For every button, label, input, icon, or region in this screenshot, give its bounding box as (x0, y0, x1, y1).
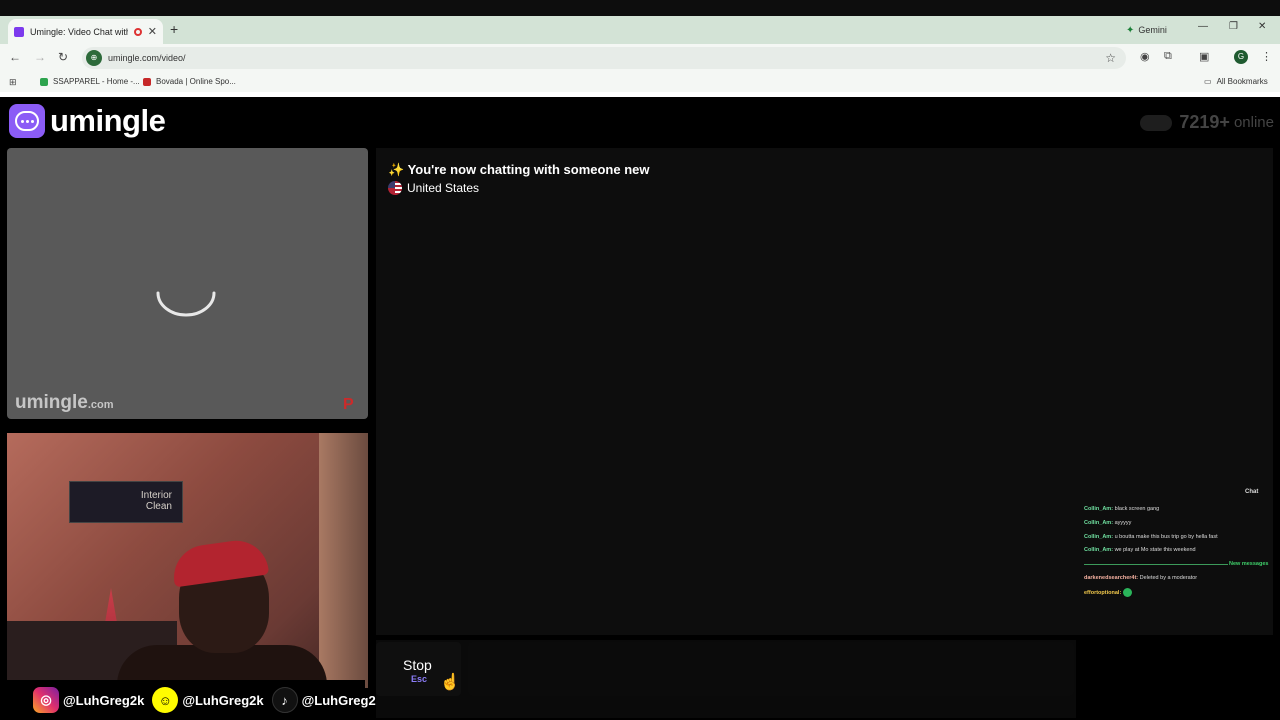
window-close-icon[interactable]: ✕ (1258, 21, 1266, 32)
new-messages-divider (1084, 564, 1228, 565)
social-handles-bar: ◎ @LuhGreg2k ☺ @LuhGreg2k ♪ @LuhGreg2k (0, 680, 383, 720)
bookmark-star-icon[interactable]: ☆ (1105, 51, 1116, 65)
gemini-label: Gemini (1138, 25, 1167, 35)
webcam-doorframe (319, 433, 368, 688)
watermark-text: umingle (15, 392, 88, 413)
video-watermark: umingle.com (15, 392, 114, 414)
apps-grid-icon[interactable]: ⊞ (9, 77, 17, 88)
all-bookmarks-label: All Bookmarks (1216, 77, 1268, 86)
online-count: 7219+ (1179, 112, 1230, 132)
emote-icon (1123, 588, 1133, 597)
social-handle-text: @LuhGreg2k (182, 692, 264, 708)
umingle-favicon-icon (14, 26, 24, 37)
stop-shortcut-label: Esc (411, 674, 428, 684)
instagram-handle: ◎ @LuhGreg2k (33, 687, 144, 713)
bookmark-ssapparel[interactable]: SSAPPAREL - Home -... (40, 77, 140, 86)
tab-strip: Umingle: Video Chat with S ✕ + ✦ Gemini … (0, 16, 1280, 44)
address-bar[interactable]: ⊕ umingle.com/video/ ☆ (82, 47, 1126, 69)
country-name: United States (407, 181, 480, 195)
gemini-icon: ✦ (1126, 24, 1135, 36)
browser-tab[interactable]: Umingle: Video Chat with S ✕ (8, 19, 163, 44)
menu-icon[interactable]: ⋮ (1261, 50, 1272, 63)
poster-text: Interior Clean (140, 490, 172, 512)
extension-icon[interactable]: ◉ (1140, 50, 1150, 63)
folder-icon: ▭ (1204, 77, 1212, 86)
stream-chat-message: effortoptional: (1084, 588, 1133, 597)
back-icon[interactable]: ← (9, 50, 21, 64)
reload-icon[interactable]: ↻ (58, 50, 68, 64)
snapchat-icon: ☺ (152, 687, 179, 713)
online-toggle[interactable] (1140, 114, 1173, 131)
tiktok-handle: ♪ @LuhGreg2k (271, 687, 383, 713)
report-flag-icon[interactable]: P (343, 396, 354, 414)
gemini-button[interactable]: ✦ Gemini (1120, 22, 1173, 38)
tab-title: Umingle: Video Chat with S (30, 26, 128, 37)
url-text[interactable]: umingle.com/video/ (108, 53, 186, 63)
bookmark-label: SSAPPAREL - Home -... (53, 77, 140, 86)
stream-chat-message: Collin_Am: u boutta make this bus trip g… (1084, 534, 1218, 540)
snapchat-handle: ☺ @LuhGreg2k (152, 687, 264, 713)
stream-chat-title: Chat (1245, 489, 1259, 495)
page-divider (0, 92, 1280, 97)
profile-avatar[interactable]: G (1234, 50, 1248, 64)
stop-label[interactable]: Stop (403, 657, 432, 673)
self-webcam-video: Interior Clean (7, 433, 368, 688)
all-bookmarks-button[interactable]: ▭ All Bookmarks (1204, 77, 1268, 86)
online-label: online (1233, 114, 1274, 131)
instagram-icon: ◎ (33, 687, 59, 713)
stranger-country: United States (388, 181, 479, 195)
social-handle-text: @LuhGreg2k (301, 692, 383, 708)
us-flag-icon (388, 181, 402, 195)
recording-indicator-icon (133, 27, 142, 36)
tiktok-icon: ♪ (271, 687, 298, 713)
connected-message: ✨ You're now chatting with someone new (388, 162, 650, 177)
loading-spinner-icon (156, 291, 216, 317)
restore-icon[interactable]: ❐ (1229, 21, 1238, 32)
bookmark-bovada[interactable]: Bovada | Online Spo... (143, 77, 236, 86)
chat-bubble-icon (9, 104, 45, 138)
logo-text: umingle (50, 103, 166, 138)
stream-chat-message: Collin_Am: black screen gang (1084, 506, 1160, 512)
stream-chat-message: Collin_Am: ayyyyy (1084, 520, 1132, 526)
bookmark-favicon-icon (143, 77, 151, 86)
forward-icon[interactable]: → (34, 50, 46, 64)
minimize-icon[interactable]: — (1198, 21, 1208, 32)
social-handle-text: @LuhGreg2k (63, 692, 145, 708)
message-input[interactable] (468, 642, 1074, 696)
stream-chat-message: Collin_Am: we play at Mo state this week… (1084, 547, 1196, 553)
site-info-icon[interactable]: ⊕ (86, 50, 102, 66)
stream-chat-message: darkenedsearcher4t: Deleted by a moderat… (1084, 575, 1198, 581)
tab-close-icon[interactable]: ✕ (148, 25, 157, 38)
wall-poster: Interior Clean (69, 481, 183, 523)
bookmark-favicon-icon (40, 77, 48, 86)
watermark-suffix: .com (87, 399, 114, 411)
mouse-cursor-icon: ☝ (440, 674, 460, 691)
new-tab-button[interactable]: + (170, 21, 178, 37)
umingle-logo[interactable]: umingle (9, 103, 166, 139)
window-titlebar (0, 0, 1280, 16)
new-messages-label: New messages (1229, 561, 1269, 567)
bookmark-label: Bovada | Online Spo... (156, 77, 236, 86)
bookmarks-bar: ⊞ SSAPPAREL - Home -... Bovada | Online … (0, 72, 1280, 92)
browser-toolbar: ← → ↻ ⊕ umingle.com/video/ ☆ ◉ ⧉ ▣ G ⋮ (0, 44, 1280, 72)
puzzle-icon[interactable]: ⧉ (1164, 50, 1172, 63)
sidebar-icon[interactable]: ▣ (1199, 50, 1209, 63)
online-counter: 7219+ online (1140, 112, 1274, 133)
